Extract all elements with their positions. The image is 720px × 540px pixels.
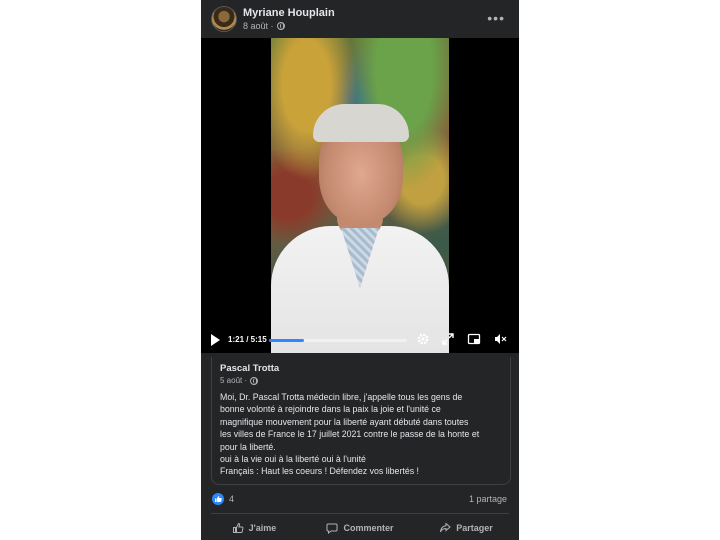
expand-icon[interactable]	[441, 332, 455, 346]
post-meta: 8 août ·	[243, 21, 285, 31]
text-line: Moi, Dr. Pascal Trotta médecin libre, j'…	[220, 392, 463, 402]
picture-in-picture-icon[interactable]	[467, 332, 481, 346]
reactions-bar: 4 1 partage	[201, 490, 519, 510]
more-options-button[interactable]: •••	[487, 10, 505, 26]
post-date[interactable]: 8 août ·	[243, 21, 274, 31]
share-label: Partager	[456, 522, 493, 533]
share-icon	[440, 521, 451, 532]
comment-label: Commenter	[343, 522, 394, 533]
shared-post: Pascal Trotta 5 août · Moi, Dr. Pascal T…	[211, 357, 511, 485]
author-avatar[interactable]	[211, 6, 237, 32]
video-frame[interactable]	[271, 38, 449, 353]
reaction-count[interactable]: 4	[229, 494, 234, 504]
shared-post-meta: 5 août ·	[220, 376, 259, 385]
facebook-post: Myriane Houplain 8 août · ••• 1:21 / 5:1…	[201, 0, 519, 540]
post-header: Myriane Houplain 8 août · •••	[201, 0, 519, 38]
video-progress-fill	[269, 339, 305, 342]
share-count[interactable]: 1 partage	[469, 494, 507, 504]
like-reaction-icon[interactable]	[212, 493, 224, 505]
video-time: 1:21 / 5:15	[228, 335, 267, 344]
text-line: pour la liberté.	[220, 441, 276, 452]
comment-icon	[326, 523, 338, 534]
post-author-name[interactable]: Myriane Houplain	[243, 7, 335, 19]
share-button[interactable]: Partager	[413, 515, 519, 540]
text-line: oui à la vie oui à la liberté oui à l'un…	[220, 454, 366, 465]
like-label: J'aime	[248, 522, 277, 533]
gear-icon[interactable]	[416, 332, 430, 346]
text-line: bonne volonté à rejoindre dans la paix l…	[220, 404, 441, 415]
globe-icon	[276, 22, 285, 30]
shared-post-text: Moi, Dr. Pascal Trotta médecin libre, j'…	[220, 391, 505, 478]
comment-button[interactable]: Commenter	[307, 515, 413, 540]
thumbs-up-icon	[232, 522, 244, 533]
shared-post-date[interactable]: 5 août ·	[220, 376, 247, 385]
video-subject-hair	[313, 104, 409, 142]
like-button[interactable]: J'aime	[201, 515, 307, 540]
text-line: magnifique mouvement pour la liberté aya…	[220, 416, 469, 427]
video-player[interactable]: 1:21 / 5:15	[201, 38, 519, 353]
post-actions: J'aime Commenter Partager	[201, 515, 519, 540]
mute-icon[interactable]	[493, 332, 507, 346]
shared-post-author[interactable]: Pascal Trotta	[220, 363, 279, 374]
text-line: Français : Haut les coeurs ! Défendez vo…	[220, 466, 419, 477]
play-icon[interactable]	[211, 334, 220, 346]
globe-icon	[250, 376, 259, 385]
video-progress-bar[interactable]	[269, 339, 407, 342]
video-controls: 1:21 / 5:15	[201, 328, 519, 353]
divider	[211, 513, 509, 514]
text-line: les villes de France le 17 juillet 2021 …	[220, 429, 480, 440]
